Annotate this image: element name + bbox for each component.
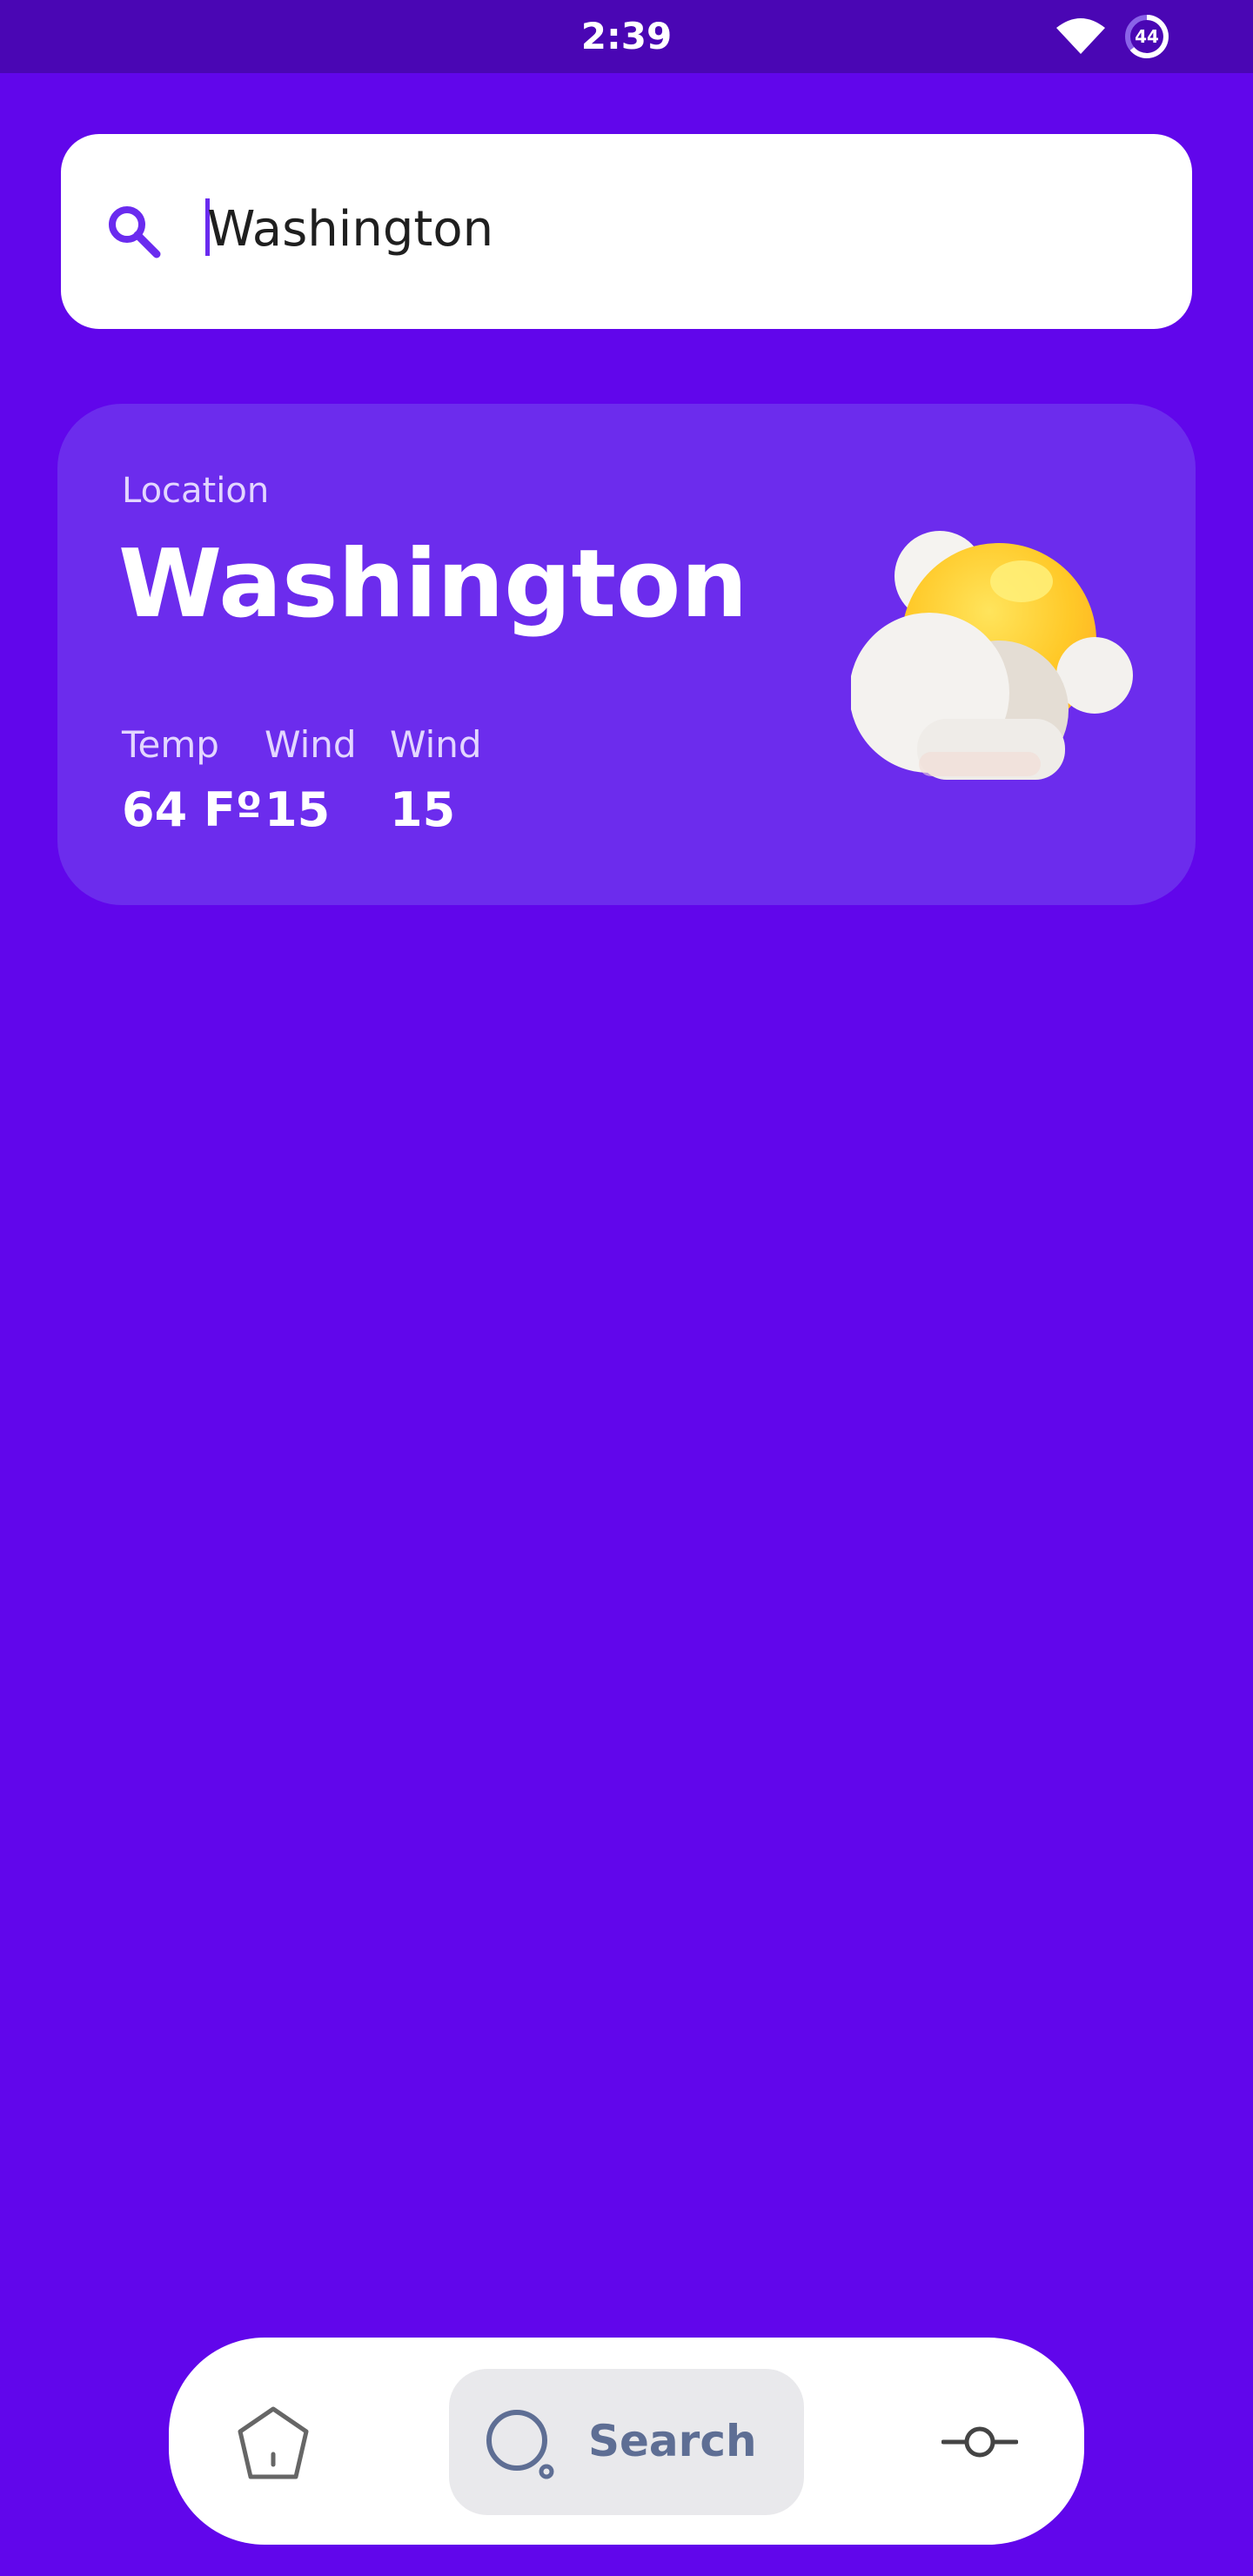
wind-label-2: Wind: [390, 723, 482, 766]
partly-cloudy-icon: [851, 531, 1133, 780]
wind-label: Wind: [265, 723, 357, 766]
search-icon[interactable]: [103, 200, 165, 263]
temp-value: 64 Fº: [122, 782, 263, 837]
wind-value-2: 15: [390, 782, 456, 837]
home-icon[interactable]: [228, 2402, 318, 2484]
search-input[interactable]: [207, 190, 1147, 268]
commit-icon[interactable]: [941, 2418, 1018, 2466]
weather-app-screen: 2:39 44 Location Washington Temp 64 Fº W…: [0, 0, 1253, 2576]
city-name: Washington: [118, 530, 748, 639]
wifi-icon: [1056, 18, 1105, 54]
search-icon: [486, 2410, 554, 2479]
nav-search-label: Search: [588, 2416, 757, 2466]
wind-value: 15: [265, 782, 331, 837]
location-label: Location: [122, 471, 270, 511]
temp-label: Temp: [122, 723, 219, 766]
battery-level: 44: [1135, 26, 1159, 47]
